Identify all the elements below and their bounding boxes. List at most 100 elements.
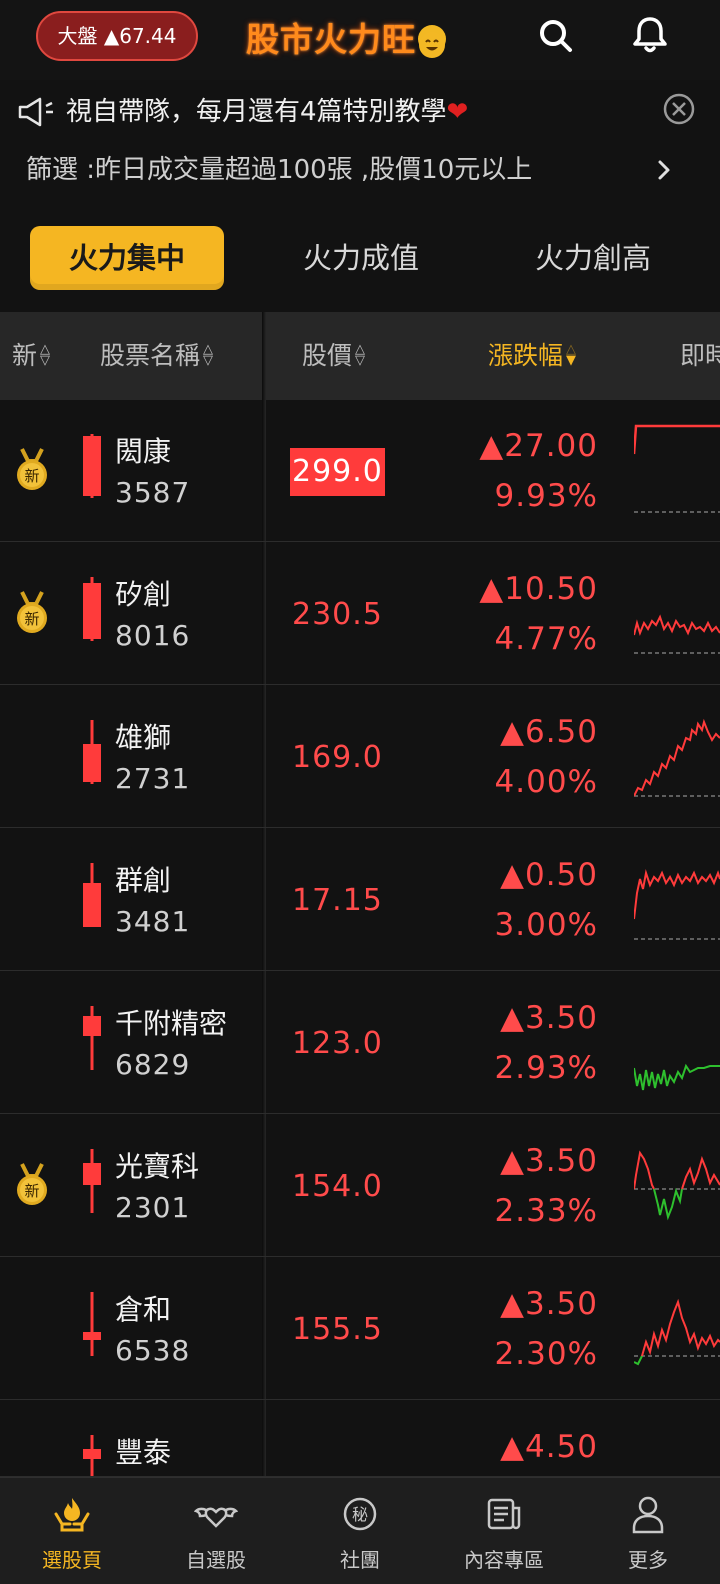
stock-price: 169.0 (292, 740, 383, 775)
bottom-navigation: 選股頁 自選股 秘 社團 內容專區 更多 (0, 1477, 720, 1584)
bell-icon[interactable] (628, 12, 672, 56)
stock-name: 豐泰 (115, 1436, 172, 1469)
column-new-label: 新 (12, 341, 38, 370)
price-change: ▲0.50 (500, 857, 598, 893)
stock-code: 2301 (115, 1191, 191, 1224)
tab-fire-concentrate[interactable]: 火力集中 (30, 226, 224, 290)
stock-price: 230.5 (292, 597, 383, 632)
nav-stock-picker[interactable]: 選股頁 (0, 1478, 144, 1584)
table-row[interactable]: 雄獅 2731 169.0 ▲6.50 4.00% (0, 686, 720, 828)
candlestick-icon (78, 863, 106, 933)
column-stock-name[interactable]: 股票名稱 △ ▽ (100, 312, 213, 400)
column-change[interactable]: 漲跌幅 △ ▼ (488, 312, 576, 400)
candlestick-icon (78, 1149, 106, 1219)
candlestick-icon (78, 577, 106, 647)
ranking-tabs: 火力集中 火力成值 火力創高 (0, 216, 720, 300)
stock-code: 6829 (115, 1048, 191, 1081)
price-change-percent: 2.33% (494, 1193, 598, 1229)
price-change-percent: 3.00% (494, 907, 598, 943)
stock-name: 千附精密 (115, 1007, 228, 1040)
candlestick-icon (78, 1292, 106, 1362)
table-row[interactable]: 新 閎康 3587 299.0 ▲27.00 9.93% (0, 400, 720, 542)
stock-name: 閎康 (115, 435, 172, 468)
intraday-chart (632, 414, 720, 526)
top-bar: 大盤 ▲67.44 股市火力旺 (0, 0, 720, 80)
column-price[interactable]: 股價 △ ▽ (302, 312, 365, 400)
column-change-label: 漲跌幅 (488, 341, 564, 370)
intraday-chart (633, 1129, 720, 1241)
table-row[interactable]: 新 矽創 8016 230.5 ▲10.50 4.77% (0, 543, 720, 685)
stock-name: 雄獅 (115, 721, 172, 754)
table-row[interactable]: 倉和 6538 155.5 ▲3.50 2.30% (0, 1258, 720, 1400)
search-icon[interactable] (534, 14, 578, 58)
new-medal-icon: 新 (14, 1162, 50, 1208)
nav-community[interactable]: 秘 社團 (288, 1478, 432, 1584)
stock-code: 6538 (115, 1334, 191, 1367)
medal-label: 新 (24, 467, 39, 485)
stock-name: 群創 (115, 864, 172, 897)
stock-price: 154.0 (292, 1169, 383, 1204)
table-row[interactable]: 千附精密 6829 123.0 ▲3.50 2.93% (0, 972, 720, 1114)
column-realtime-label: 即時 (680, 341, 720, 370)
price-change-percent: 2.93% (494, 1050, 598, 1086)
stock-code: 3481 (115, 905, 191, 938)
nav-label: 內容專區 (464, 1548, 544, 1572)
heart-emoji: ❤ (446, 97, 469, 127)
nav-label: 更多 (628, 1548, 668, 1572)
medal-label: 新 (24, 1182, 39, 1200)
price-change: ▲4.50 (500, 1429, 598, 1465)
close-icon[interactable] (662, 92, 696, 130)
secret-circle-icon: 秘 (343, 1497, 377, 1531)
person-icon (632, 1496, 664, 1534)
nav-content[interactable]: 內容專區 (432, 1478, 576, 1584)
new-medal-icon: 新 (14, 447, 50, 493)
stock-code: 3587 (115, 476, 191, 509)
candlestick-icon (78, 1435, 106, 1476)
stock-code: 8016 (115, 619, 191, 652)
medal-label: 新 (24, 610, 39, 628)
price-change: ▲6.50 (500, 714, 598, 750)
intraday-chart (633, 700, 720, 812)
tab-fire-value[interactable]: 火力成值 (264, 226, 458, 290)
table-row[interactable]: 豐泰 ▲4.50 (0, 1401, 720, 1477)
filter-text: 篩選 :昨日成交量超過100張 ,股價10元以上 (26, 155, 533, 185)
sort-icon: △ ▽ (40, 342, 51, 368)
price-change: ▲3.50 (500, 1000, 598, 1036)
smile-emoji-icon (418, 25, 446, 58)
tab-fire-high[interactable]: 火力創高 (496, 226, 690, 290)
candlestick-icon (78, 720, 106, 790)
nav-label: 選股頁 (42, 1548, 102, 1572)
sort-desc-icon: △ ▼ (566, 342, 577, 368)
intraday-chart (633, 1272, 720, 1384)
stock-name: 倉和 (115, 1293, 172, 1326)
app-title: 股市火力旺 (246, 17, 446, 63)
market-index-pill[interactable]: 大盤 ▲67.44 (36, 11, 198, 61)
nav-label: 自選股 (186, 1548, 246, 1572)
news-icon (487, 1498, 521, 1530)
price-change: ▲10.50 (479, 571, 598, 607)
new-medal-icon: 新 (14, 590, 50, 636)
price-change-percent: 9.93% (494, 478, 598, 514)
stock-price: 299.0 (290, 448, 385, 496)
column-realtime[interactable]: 即時 (680, 312, 720, 400)
stock-name: 光寶科 (115, 1150, 200, 1183)
price-change: ▲27.00 (479, 428, 598, 464)
stock-code: 2731 (115, 762, 191, 795)
announcement-text: 視自帶隊，每月還有4篇特別教學❤ (66, 92, 468, 132)
megaphone-icon (16, 96, 56, 132)
filter-bar[interactable]: 篩選 :昨日成交量超過100張 ,股價10元以上 (0, 142, 720, 200)
table-row[interactable]: 群創 3481 17.15 ▲0.50 3.00% (0, 829, 720, 971)
column-new[interactable]: 新 △ ▽ (12, 312, 50, 400)
stock-name: 矽創 (115, 578, 172, 611)
announcement-bar[interactable]: 視自帶隊，每月還有4篇特別教學❤ (0, 84, 720, 140)
table-row[interactable]: 新 光寶科 2301 154.0 ▲3.50 2.33% (0, 1115, 720, 1257)
nav-more[interactable]: 更多 (576, 1478, 720, 1584)
fire-hands-icon (54, 1498, 90, 1532)
announcement-message: 視自帶隊，每月還有4篇特別教學 (66, 97, 447, 127)
intraday-chart (633, 843, 720, 955)
candlestick-icon (78, 434, 106, 504)
chevron-right-icon[interactable] (652, 156, 676, 188)
nav-watchlist[interactable]: 自選股 (144, 1478, 288, 1584)
svg-text:秘: 秘 (352, 1505, 368, 1524)
stock-price: 123.0 (292, 1026, 383, 1061)
